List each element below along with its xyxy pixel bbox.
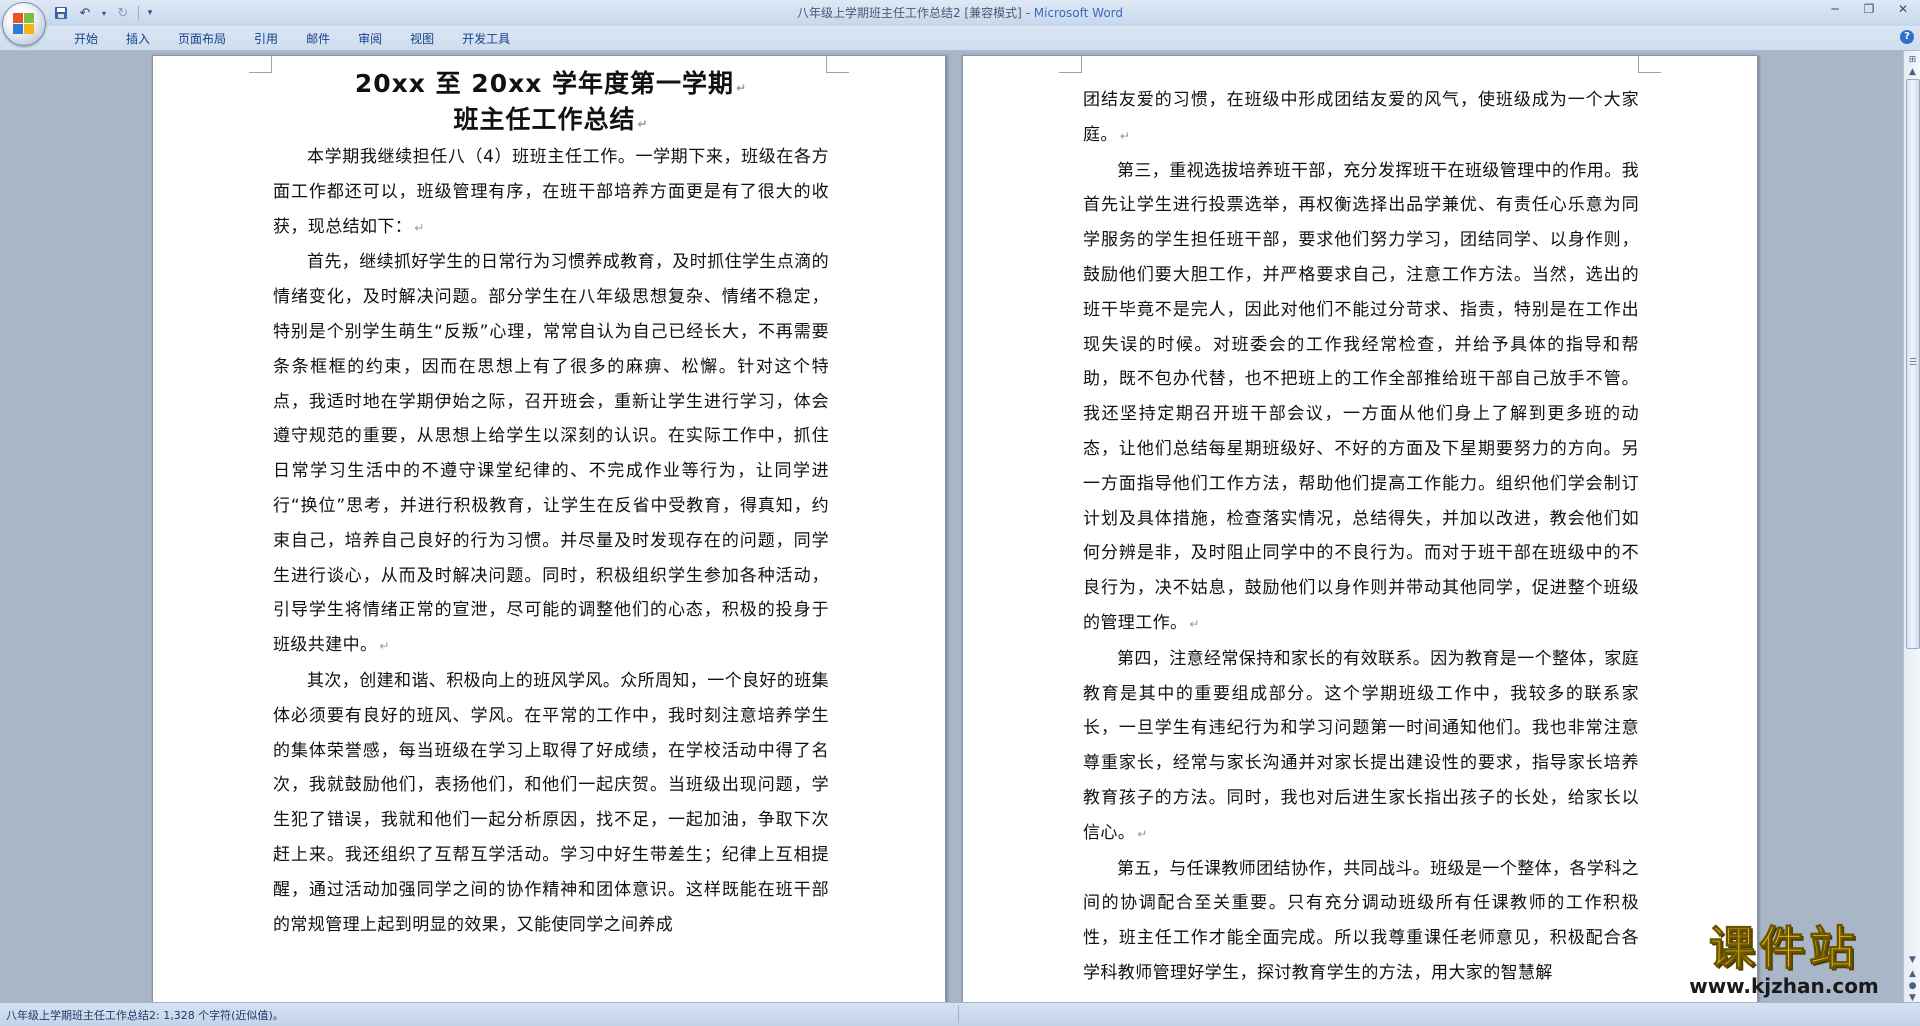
- paragraph-mark: ↵: [1137, 826, 1148, 841]
- help-icon[interactable]: ?: [1900, 30, 1914, 44]
- margin-corner-mark: [826, 56, 849, 73]
- office-button[interactable]: [2, 2, 46, 46]
- paragraph-mark: ↵: [1189, 616, 1200, 631]
- scroll-up-icon[interactable]: ▲: [1906, 65, 1919, 79]
- word-count-status[interactable]: 八年级上学期班主任工作总结2: 1,328 个字符(近似值)。: [6, 1007, 284, 1023]
- tab-home[interactable]: 开始: [60, 30, 112, 48]
- document-page-left[interactable]: 20xx 至 20xx 学年度第一学期 ↵ 班主任工作总结 ↵ 本学期我继续担任八（…: [152, 55, 946, 1002]
- paragraph: 其次，创建和谐、积极向上的班风学风。众所周知，一个良好的班集体必须要有良好的班风…: [273, 664, 829, 942]
- margin-corner-mark: [249, 56, 272, 73]
- close-icon[interactable]: ✕: [1892, 2, 1914, 16]
- title-bar: ↶ ▾ ↻ ▾ 八年级上学期班主任工作总结2 [兼容模式] - Microsof…: [0, 0, 1920, 46]
- document-page-right[interactable]: 团结友爱的习惯，在班级中形成团结友爱的风气，使班级成为一个大家庭。 ↵ 第三，重视…: [962, 55, 1758, 1002]
- office-logo-icon: [13, 13, 35, 35]
- title-line-2: 班主任工作总结: [453, 105, 636, 134]
- watermark-logo: 课件站 www.kjzhan.com: [1668, 922, 1900, 1002]
- paragraph-mark: ↵: [736, 81, 748, 95]
- tab-view[interactable]: 视图: [396, 30, 448, 48]
- paragraph-text: 其次，创建和谐、积极向上的班风学风。众所周知，一个良好的班集体必须要有良好的班风…: [273, 670, 829, 935]
- tab-developer[interactable]: 开发工具: [448, 30, 524, 48]
- status-bar: 八年级上学期班主任工作总结2: 1,328 个字符(近似值)。: [0, 1002, 1920, 1026]
- page-text-right: 团结友爱的习惯，在班级中形成团结友爱的风气，使班级成为一个大家庭。 ↵ 第三，重视…: [1083, 83, 1639, 991]
- ribbon-tabs: 开始 插入 页面布局 引用 邮件 审阅 视图 开发工具: [60, 30, 524, 48]
- ribbon-tab-bar: 开始 插入 页面布局 引用 邮件 审阅 视图 开发工具 ?: [0, 26, 1920, 51]
- margin-corner-mark: [1059, 56, 1082, 73]
- paragraph-text: 第四，注意经常保持和家长的有效联系。因为教育是一个整体，家庭教育是其中的重要组成…: [1083, 648, 1639, 843]
- paragraph-mark: ↵: [637, 117, 649, 131]
- tab-mailings[interactable]: 邮件: [292, 30, 344, 48]
- paragraph: 第三，重视选拔培养班干部，充分发挥班干在班级管理中的作用。我首先让学生进行投票选…: [1083, 154, 1639, 642]
- paragraph-mark: ↵: [379, 639, 390, 654]
- maximize-icon[interactable]: ❐: [1858, 2, 1880, 16]
- paragraph-text: 本学期我继续担任八（4）班班主任工作。一学期下来，班级在各方面工作都还可以，班级…: [273, 147, 829, 237]
- scroll-down-icon[interactable]: ▼: [1906, 953, 1919, 967]
- minimize-icon[interactable]: ─: [1824, 2, 1846, 16]
- paragraph-text: 第三，重视选拔培养班干部，充分发挥班干在班级管理中的作用。我首先让学生进行投票选…: [1083, 160, 1639, 633]
- paragraph-text: 团结友爱的习惯，在班级中形成团结友爱的风气，使班级成为一个大家庭。: [1083, 90, 1639, 145]
- paragraph: 首先，继续抓好学生的日常行为习惯养成教育，及时抓住学生点滴的情绪变化，及时解决问…: [273, 245, 829, 664]
- paragraph-mark: ↵: [1119, 128, 1131, 143]
- scrollbar-thumb[interactable]: [1906, 79, 1920, 649]
- paragraph: 本学期我继续担任八（4）班班主任工作。一学期下来，班级在各方面工作都还可以，班级…: [273, 140, 829, 245]
- status-divider: [958, 1005, 959, 1023]
- title-line-1: 20xx 至 20xx 学年度第一学期: [354, 69, 735, 98]
- window-controls: ─ ❐ ✕: [1824, 2, 1914, 16]
- paragraph: 第五，与任课教师团结协作，共同战斗。班级是一个整体，各学科之间的协调配合至关重要…: [1083, 852, 1639, 991]
- tab-insert[interactable]: 插入: [112, 30, 164, 48]
- app-name: Microsoft Word: [1033, 6, 1124, 20]
- watermark-url: www.kjzhan.com: [1689, 974, 1879, 998]
- grip-icon: [1910, 358, 1916, 366]
- margin-corner-mark: [1638, 56, 1661, 73]
- paragraph: 团结友爱的习惯，在班级中形成团结友爱的风气，使班级成为一个大家庭。 ↵: [1083, 83, 1639, 154]
- paragraph-text: 首先，继续抓好学生的日常行为习惯养成教育，及时抓住学生点滴的情绪变化，及时解决问…: [273, 252, 829, 656]
- document-workspace: 20xx 至 20xx 学年度第一学期 ↵ 班主任工作总结 ↵ 本学期我继续担任八（…: [0, 51, 1903, 1002]
- document-name: 八年级上学期班主任工作总结2 [兼容模式] -: [796, 6, 1034, 20]
- tab-review[interactable]: 审阅: [344, 30, 396, 48]
- vertical-scrollbar[interactable]: ⊞ ▲ ▼ ▲ ● ▼: [1903, 51, 1920, 1003]
- tab-references[interactable]: 引用: [240, 30, 292, 48]
- document-title: 20xx 至 20xx 学年度第一学期 ↵ 班主任工作总结 ↵: [273, 68, 829, 140]
- page-text-left: 20xx 至 20xx 学年度第一学期 ↵ 班主任工作总结 ↵ 本学期我继续担任八（…: [273, 68, 829, 942]
- paragraph-text: 第五，与任课教师团结协作，共同战斗。班级是一个整体，各学科之间的协调配合至关重要…: [1083, 858, 1639, 983]
- window-title: 八年级上学期班主任工作总结2 [兼容模式] - Microsoft Word: [0, 4, 1920, 21]
- watermark-title: 课件站: [1709, 921, 1859, 975]
- paragraph-mark: ↵: [414, 220, 425, 235]
- tab-page-layout[interactable]: 页面布局: [164, 30, 240, 48]
- paragraph: 第四，注意经常保持和家长的有效联系。因为教育是一个整体，家庭教育是其中的重要组成…: [1083, 642, 1639, 852]
